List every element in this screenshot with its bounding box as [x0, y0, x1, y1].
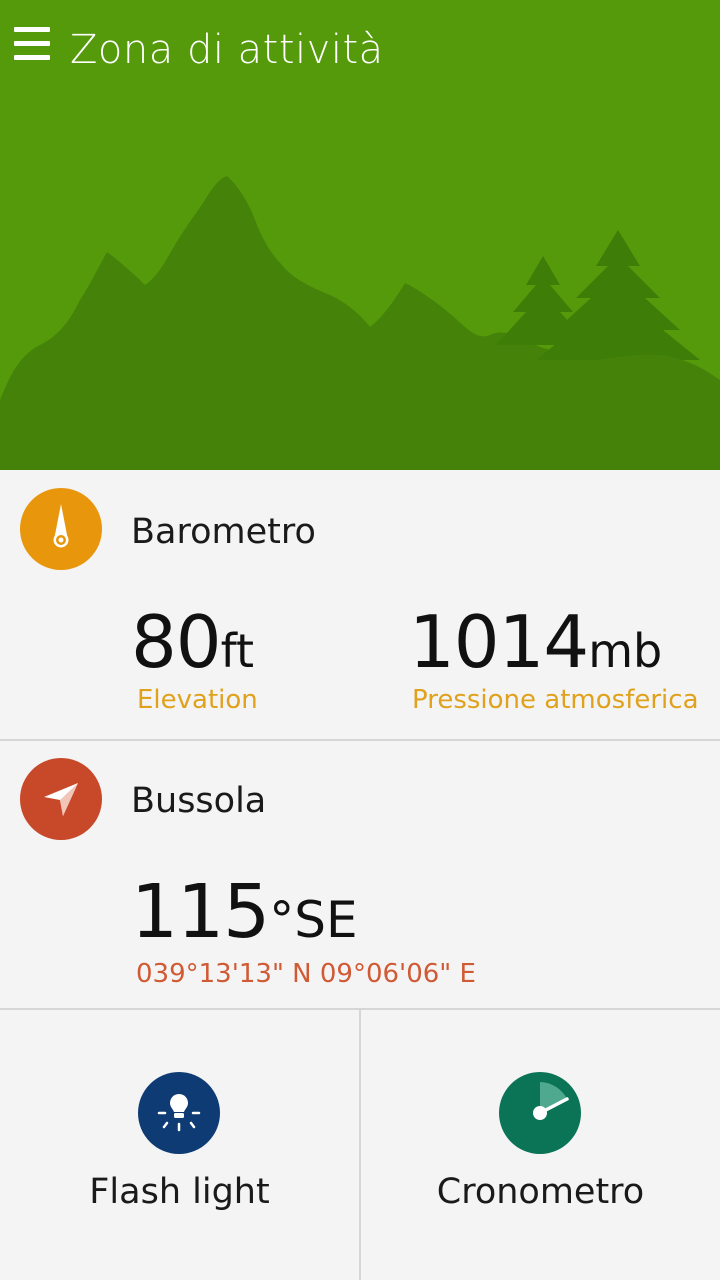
elevation-number: 80: [131, 600, 222, 684]
elevation-unit: ft: [220, 624, 255, 678]
stopwatch-tile[interactable]: Cronometro: [361, 1010, 720, 1280]
stopwatch-icon: [499, 1072, 581, 1154]
pressure-value: 1014mb: [409, 602, 662, 691]
compass-arrow-icon: [20, 758, 102, 840]
page-title: Zona di attività: [70, 27, 384, 73]
hamburger-menu-icon: [14, 27, 50, 32]
heading-unit: °SE: [269, 891, 358, 949]
flashlight-tile[interactable]: Flash light: [0, 1010, 361, 1280]
coordinates-label: 039°13'13" N 09°06'06" E: [136, 959, 476, 989]
barometer-needle-icon: [20, 488, 102, 570]
flashlight-label: Flash light: [89, 1172, 270, 1212]
compass-title: Bussola: [131, 781, 267, 821]
pressure-number: 1014: [409, 600, 589, 684]
barometer-card[interactable]: Barometro 80ft Elevation 1014mb Pression…: [0, 470, 720, 741]
hamburger-menu-icon-bar: [14, 41, 50, 46]
menu-button[interactable]: [12, 27, 52, 71]
heading-number: 115: [131, 869, 270, 955]
flashlight-bulb-icon: [138, 1072, 220, 1154]
pressure-label: Pressione atmosferica: [412, 685, 699, 715]
barometer-title: Barometro: [131, 512, 316, 552]
tools-grid: Flash light Cronometro: [0, 1010, 720, 1280]
compass-card[interactable]: Bussola 115°SE 039°13'13" N 09°06'06" E: [0, 741, 720, 1010]
pressure-unit: mb: [588, 624, 663, 678]
elevation-value: 80ft: [131, 602, 254, 691]
heading-value: 115°SE: [131, 872, 358, 960]
hamburger-menu-icon-bar: [14, 55, 50, 60]
stopwatch-label: Cronometro: [436, 1172, 645, 1212]
elevation-label: Elevation: [137, 685, 258, 715]
app-header: Zona di attività: [0, 0, 720, 470]
